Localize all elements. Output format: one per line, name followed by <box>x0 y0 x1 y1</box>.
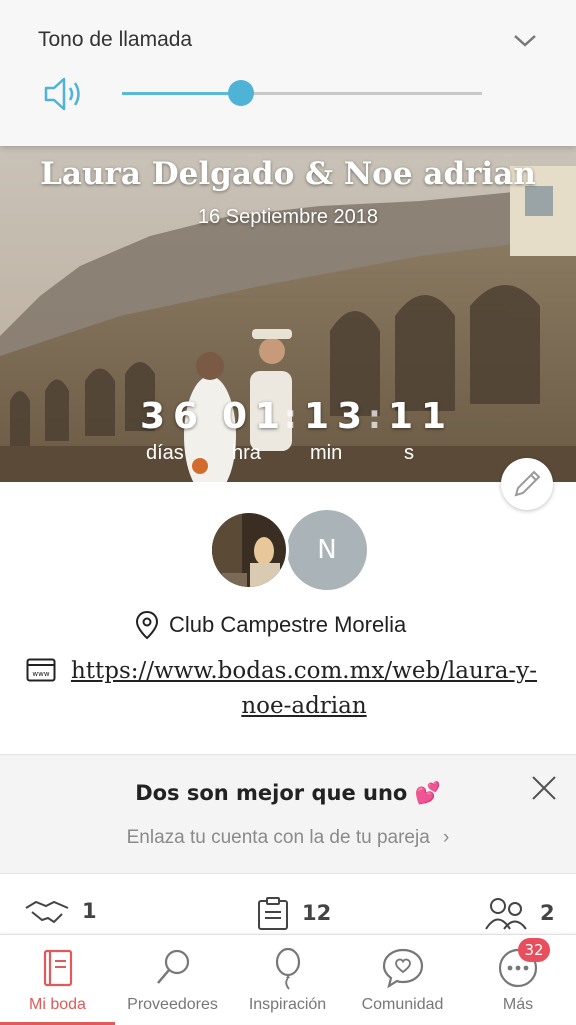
chat-heart-icon <box>382 948 423 989</box>
venue-name: Club Campestre Morelia <box>169 612 407 637</box>
volume-slider[interactable] <box>122 80 482 106</box>
volume-slider-fill <box>122 92 241 95</box>
stat-guests[interactable]: 2 <box>484 896 555 930</box>
hearts-icon: 💕 <box>414 781 441 805</box>
nav-proveedores[interactable]: Proveedores <box>115 935 230 1025</box>
countdown-minutes: 13 <box>304 396 371 437</box>
close-icon[interactable] <box>530 774 558 802</box>
couple-names: Laura Delgado & Noe adrian <box>40 156 536 192</box>
partner-card-subtitle[interactable]: Enlaza tu cuenta con la de tu pareja › <box>0 827 576 849</box>
partner-card-title-text: Dos son mejor que uno <box>135 781 408 805</box>
stat-vendors[interactable]: 1 <box>24 896 97 926</box>
notebook-icon <box>43 949 72 987</box>
volume-title: Tono de llamada <box>38 28 193 51</box>
partner-avatar[interactable]: N <box>287 510 367 590</box>
volume-panel: Tono de llamada <box>0 0 576 146</box>
web-icon: www <box>26 658 56 682</box>
notification-badge: 32 <box>518 938 550 962</box>
countdown-hours: 01 <box>222 396 289 437</box>
pencil-icon <box>514 470 541 497</box>
nav-comunidad-label: Comunidad <box>361 996 444 1013</box>
bottom-navigation: Mi boda Proveedores Inspiración Comunida… <box>0 934 576 1025</box>
wedding-date: 16 Septiembre 2018 <box>197 206 379 228</box>
countdown-hours-label: hra <box>232 442 261 464</box>
link-partner-card[interactable]: Dos son mejor que uno 💕 Enlaza tu cuenta… <box>0 754 576 874</box>
magnifier-icon <box>156 949 189 984</box>
chevron-right-icon: › <box>443 827 450 848</box>
partner-card-subtitle-text: Enlaza tu cuenta con la de tu pareja <box>126 827 430 848</box>
nav-mi-boda[interactable]: Mi boda <box>0 935 115 1025</box>
nav-mas-label: Más <box>502 996 534 1013</box>
nav-proveedores-label: Proveedores <box>127 996 218 1013</box>
countdown-separator: : <box>284 398 297 436</box>
partner-card-title: Dos son mejor que uno 💕 <box>0 781 576 806</box>
nav-inspiracion-label: Inspiración <box>248 996 327 1013</box>
partner-initial: N <box>317 535 337 565</box>
edit-button[interactable] <box>501 458 553 510</box>
wedding-website-link[interactable]: https://www.bodas.com.mx/web/laura-y-noe… <box>64 654 544 724</box>
location-pin-icon <box>135 610 159 640</box>
nav-comunidad[interactable]: Comunidad <box>345 935 460 1025</box>
guests-icon <box>485 898 527 930</box>
nav-inspiracion[interactable]: Inspiración <box>230 935 345 1025</box>
countdown-separator: : <box>368 398 381 436</box>
svg-text:www: www <box>32 670 49 678</box>
countdown-seconds-label: s <box>404 442 414 464</box>
balloon-icon <box>275 947 300 990</box>
stat-tasks[interactable]: 12 <box>256 896 331 930</box>
countdown-minutes-label: min <box>310 442 343 464</box>
countdown-days-label: días <box>146 442 184 464</box>
venue-row: Club Campestre Morelia <box>135 610 406 640</box>
speaker-icon[interactable] <box>42 74 88 114</box>
chevron-down-icon[interactable] <box>510 28 540 52</box>
nav-mi-boda-label: Mi boda <box>29 996 86 1013</box>
stat-tasks-count: 12 <box>302 901 332 925</box>
countdown-days: 36 <box>140 396 207 437</box>
checklist-icon <box>258 897 288 930</box>
user-avatar[interactable] <box>209 510 289 590</box>
stat-vendors-count: 1 <box>82 899 97 923</box>
user-photo <box>212 513 286 587</box>
hero-photo: Laura Delgado & Noe adrian 16 Septiembre… <box>0 146 576 482</box>
handshake-icon <box>25 900 69 924</box>
volume-slider-thumb[interactable] <box>227 80 254 106</box>
countdown-seconds: 11 <box>388 396 455 437</box>
stat-guests-count: 2 <box>540 901 555 925</box>
